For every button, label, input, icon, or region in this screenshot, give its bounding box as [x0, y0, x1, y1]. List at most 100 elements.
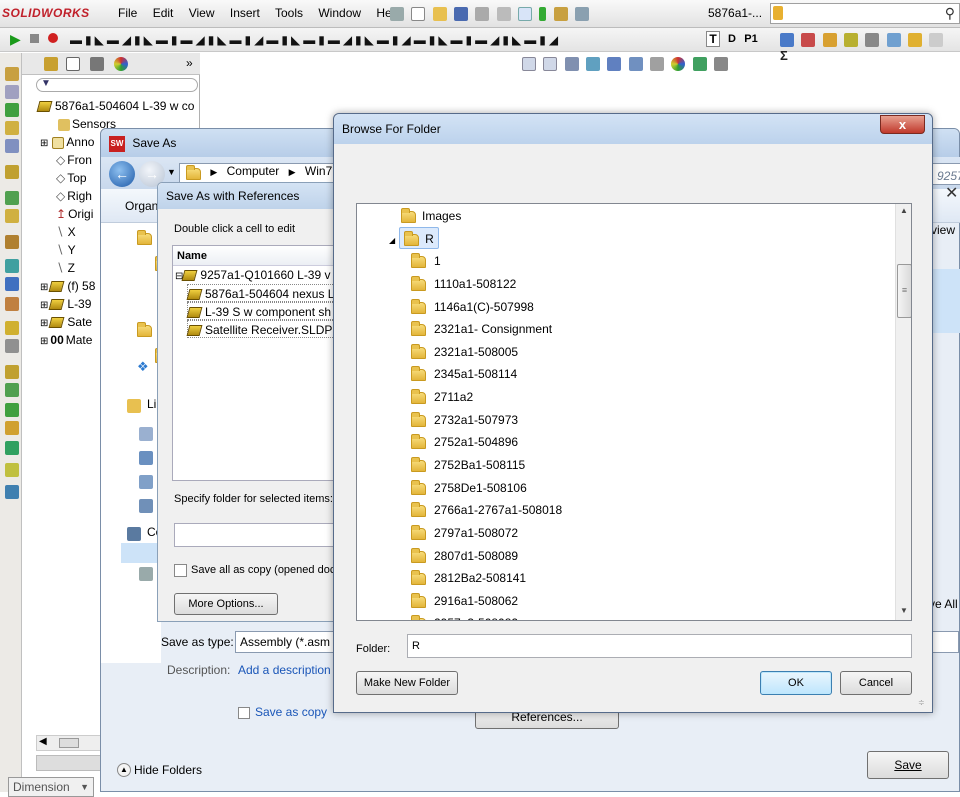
menu-window[interactable]: Window — [318, 6, 361, 20]
expand-icon[interactable]: ⊞ — [40, 318, 48, 329]
make-new-folder-button[interactable]: Make New Folder — [356, 671, 458, 695]
tool-icon-17[interactable] — [5, 403, 19, 417]
pin-icon[interactable] — [390, 6, 404, 21]
tree-item-axis-x[interactable]: ∖ X — [56, 223, 76, 241]
expand-icon[interactable]: ⊞ — [40, 282, 48, 293]
zoom-to-fit-icon[interactable] — [522, 56, 536, 71]
tree-root[interactable]: 5876a1-504604 L-39 w co — [36, 97, 194, 115]
tool-icon-12[interactable] — [5, 297, 19, 311]
scroll-thumb[interactable]: ≡ — [897, 264, 911, 318]
table-row[interactable]: 5876a1-504604 nexus L — [186, 284, 349, 302]
favorite-folder-icon[interactable] — [137, 321, 152, 337]
favorite-folder-icon[interactable] — [137, 229, 152, 245]
libraries-icon[interactable] — [127, 399, 141, 413]
tool-icon-21[interactable] — [5, 485, 19, 499]
p1-tool-icon[interactable]: P1 — [742, 31, 760, 47]
display-manager-tab-icon[interactable] — [114, 57, 128, 71]
folder-item[interactable]: 2711a2 — [411, 386, 473, 408]
tree-item-annotations[interactable]: ⊞ Anno — [40, 133, 94, 151]
table-row[interactable]: ⊟ 9257a1-Q101660 L-39 v — [175, 266, 349, 284]
folder-item[interactable]: 2732a1-507973 — [411, 409, 518, 431]
expand-icon[interactable]: ⊞ — [40, 336, 48, 347]
menu-file[interactable]: File — [118, 6, 137, 20]
folder-item[interactable]: 2752a1-504896 — [411, 431, 518, 453]
options-icon[interactable] — [575, 6, 590, 21]
folder-item[interactable]: 2321a1- Consignment — [411, 318, 552, 340]
print-icon[interactable] — [475, 6, 490, 21]
options-gear-icon[interactable] — [865, 32, 880, 47]
sum-icon[interactable]: Σ — [780, 48, 790, 63]
tree-item-origin[interactable]: ↥ Origi — [56, 205, 93, 223]
check-icon[interactable] — [908, 32, 923, 47]
tree-item-part-1[interactable]: ⊞ (f) 58 — [40, 277, 95, 295]
folder-item[interactable]: 2766a1-2767a1-508018 — [411, 499, 562, 521]
find-icon[interactable] — [801, 32, 816, 47]
new-document-icon[interactable] — [411, 6, 426, 21]
description-link[interactable]: Add a description — [238, 663, 331, 677]
expand-icon[interactable]: ⊞ — [40, 300, 48, 311]
menu-insert[interactable]: Insert — [230, 6, 260, 20]
folder-item[interactable]: 2321a1-508005 — [411, 341, 518, 363]
undo-icon[interactable] — [496, 6, 511, 21]
save-all-copy-checkbox[interactable] — [174, 564, 187, 577]
tool-icon-1[interactable] — [5, 67, 19, 81]
view-button[interactable]: view — [931, 223, 955, 237]
expand-icon[interactable]: ⊞ — [40, 138, 48, 149]
tree-item-front-plane[interactable]: ◇ Fron — [56, 151, 92, 169]
folder-item[interactable]: 2916a1-508062 — [411, 590, 518, 612]
documents-icon[interactable] — [139, 427, 153, 441]
tree-item-top-plane[interactable]: ◇ Top — [56, 169, 87, 187]
tool-icon-5[interactable] — [5, 139, 19, 153]
expand-panel-icon[interactable]: » — [186, 56, 193, 70]
menu-view[interactable]: View — [189, 6, 215, 20]
folder-input[interactable]: R — [407, 634, 912, 658]
computer-icon[interactable] — [127, 527, 141, 541]
select-icon[interactable] — [518, 6, 533, 21]
table-icon[interactable] — [822, 32, 837, 47]
scroll-left-icon[interactable]: ◀ — [39, 736, 47, 747]
record-icon[interactable] — [48, 33, 58, 43]
scroll-down-icon[interactable]: ▼ — [900, 606, 908, 615]
folder-item[interactable]: 2797a1-508072 — [411, 522, 518, 544]
tool-icon-20[interactable] — [5, 463, 19, 477]
tool-icon-3[interactable] — [5, 103, 19, 117]
more-options-button[interactable]: More Options... — [174, 593, 278, 615]
history-dropdown-icon[interactable]: ▼ — [167, 167, 176, 177]
layer-icon[interactable] — [844, 32, 859, 47]
tool-icon-10[interactable] — [5, 259, 19, 273]
feature-tree-tab-icon[interactable] — [44, 57, 58, 71]
previous-view-icon[interactable] — [564, 56, 579, 71]
scene-icon[interactable] — [692, 56, 707, 71]
tool-icon-18[interactable] — [5, 421, 19, 435]
tool-icon-11[interactable] — [5, 277, 19, 291]
back-button-icon[interactable]: ← — [109, 161, 135, 187]
tree-item-right-plane[interactable]: ◇ Righ — [56, 187, 92, 205]
scroll-thumb[interactable] — [59, 738, 79, 748]
menu-edit[interactable]: Edit — [153, 6, 174, 20]
tool-icon-4[interactable] — [5, 121, 19, 135]
folder-item[interactable]: 2758De1-508106 — [411, 477, 527, 499]
file-properties-icon[interactable] — [553, 6, 568, 21]
spell-check-icon[interactable] — [780, 32, 794, 47]
vertical-scrollbar[interactable]: ▲ ≡ ▼ — [895, 204, 911, 620]
traffic-light-icon[interactable] — [539, 6, 547, 21]
config-manager-tab-icon[interactable] — [90, 57, 104, 71]
folder-item[interactable]: 1110a1-508122 — [411, 273, 516, 295]
ok-button[interactable]: OK — [760, 671, 832, 695]
save-all-button-partial[interactable]: ve All — [929, 597, 958, 611]
zoom-area-icon[interactable] — [543, 56, 558, 71]
libraries-label[interactable]: Li — [147, 397, 156, 411]
tool-icon-13[interactable] — [5, 321, 19, 335]
dimension-tab[interactable]: Dimension ▼ — [8, 777, 94, 797]
tool-icon-8[interactable] — [5, 209, 19, 223]
save-icon[interactable] — [454, 6, 469, 21]
tool-icon-6[interactable] — [5, 165, 19, 179]
checkbox-icon[interactable] — [929, 32, 944, 47]
drive-icon[interactable] — [139, 567, 153, 581]
scroll-up-icon[interactable]: ▲ — [900, 206, 908, 215]
view-settings-icon[interactable] — [714, 56, 729, 71]
dimension-tool-icon[interactable]: D — [725, 31, 739, 47]
tree-item-axis-y[interactable]: ∖ Y — [56, 241, 76, 259]
tool-icon-2[interactable] — [5, 85, 19, 99]
link-icon[interactable] — [886, 32, 901, 47]
